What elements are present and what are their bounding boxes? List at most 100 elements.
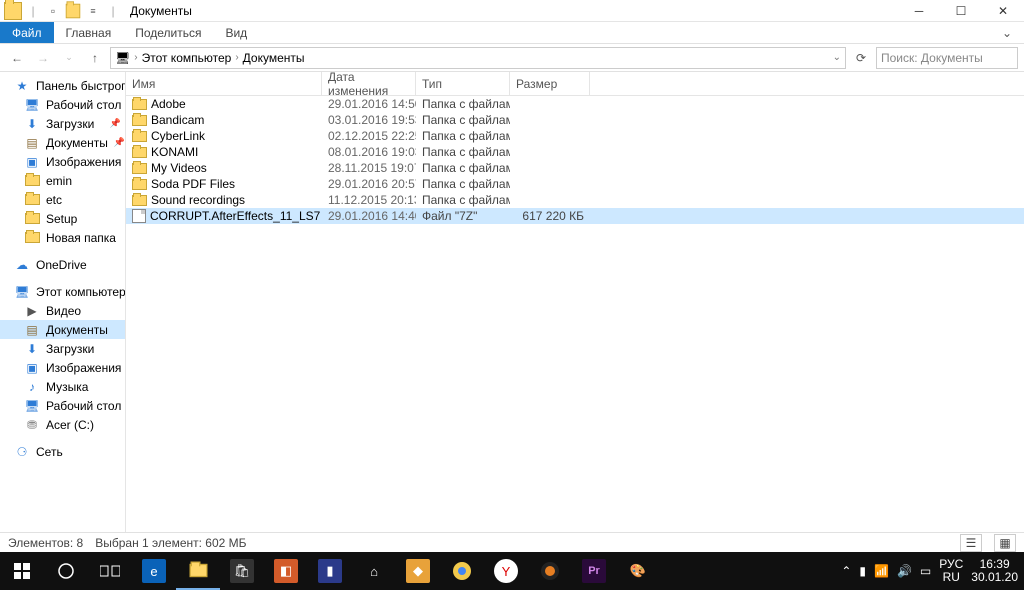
table-row[interactable]: Sound recordings11.12.2015 20:13Папка с … [126,192,1024,208]
tab-view[interactable]: Вид [213,22,259,43]
sidebar-item-downloads[interactable]: ⬇Загрузки📌 [0,114,125,133]
tab-share[interactable]: Поделиться [123,22,213,43]
refresh-button[interactable]: ⟳ [850,47,872,69]
taskbar-app-2[interactable]: ▮ [308,552,352,590]
table-row[interactable]: Soda PDF Files29.01.2016 20:57Папка с фа… [126,176,1024,192]
newfolder-icon[interactable] [64,2,82,20]
ribbon-expand-icon[interactable]: ⌄ [990,22,1024,43]
sidebar-item-video[interactable]: ▶Видео [0,301,125,320]
sidebar-item-pictures2[interactable]: ▣Изображения [0,358,125,377]
file-type: Файл "7Z" [416,209,510,223]
network-icon: ⚆ [14,445,30,459]
sidebar-item-music[interactable]: ♪Музыка [0,377,125,396]
tray-language[interactable]: РУСRU [939,558,963,584]
cortana-button[interactable] [44,552,88,590]
tray-wifi-icon[interactable]: 📶 [874,564,889,578]
pin-icon: 📌 [110,118,121,129]
sidebar-item-etc[interactable]: etc [0,190,125,209]
file-type: Папка с файлами [416,97,510,111]
file-type: Папка с файлами [416,193,510,207]
folder-icon [132,99,147,110]
taskbar-app-1[interactable]: ◧ [264,552,308,590]
table-row[interactable]: CyberLink02.12.2015 22:25Папка с файлами [126,128,1024,144]
forward-button[interactable]: → [32,47,54,69]
sidebar-item-downloads2[interactable]: ⬇Загрузки [0,339,125,358]
back-button[interactable]: ← [6,47,28,69]
table-row[interactable]: CORRUPT.AfterEffects_11_LS729.01.2016 14… [126,208,1024,224]
document-icon: ▤ [24,323,40,337]
tray-chevron-icon[interactable]: ⌃ [841,564,851,578]
sidebar-item-newfolder[interactable]: Новая папка [0,228,125,247]
taskbar-app-edge[interactable]: e [132,552,176,590]
taskbar-app-yandex[interactable]: Y [484,552,528,590]
up-button[interactable]: ↑ [84,47,106,69]
breadcrumb-docs[interactable]: Документы [243,51,305,65]
file-list[interactable]: Adobe29.01.2016 14:50Папка с файламиBand… [126,96,1024,532]
tray-battery-icon[interactable]: ▮ [859,564,866,578]
maximize-button[interactable]: ☐ [940,0,982,22]
taskbar-app-3[interactable]: ⌂ [352,552,396,590]
col-type[interactable]: Тип [416,72,510,95]
sidebar-item-network[interactable]: ⚆Сеть [0,442,125,461]
col-name[interactable]: Имя [126,72,322,95]
file-date: 02.12.2015 22:25 [322,129,416,143]
file-date: 29.01.2016 14:50 [322,97,416,111]
chevron-right-icon[interactable]: › [235,52,238,63]
sidebar-item-pictures[interactable]: ▣Изображения📌 [0,152,125,171]
table-row[interactable]: KONAMI08.01.2016 19:03Папка с файлами [126,144,1024,160]
qat-dropdown-icon[interactable]: ≡ [84,2,102,20]
tray-sound-icon[interactable]: 🔊 [897,564,912,578]
recent-dropdown-icon[interactable]: ⌄ [58,47,80,69]
address-bar[interactable]: 🖥 › Этот компьютер › Документы ⌄ [110,47,846,69]
taskview-button[interactable] [88,552,132,590]
search-input[interactable]: Поиск: Документы [876,47,1018,69]
tab-file[interactable]: Файл [0,22,54,43]
sidebar-item-documents[interactable]: ▤Документы📌 [0,133,125,152]
properties-icon[interactable]: ▫ [44,2,62,20]
table-row[interactable]: Bandicam03.01.2016 19:53Папка с файлами [126,112,1024,128]
taskbar-app-4[interactable]: ◆ [396,552,440,590]
sidebar-item-thispc[interactable]: 🖥Этот компьютер [0,282,125,301]
table-row[interactable]: My Videos28.11.2015 19:07Папка с файлами [126,160,1024,176]
table-row[interactable]: Adobe29.01.2016 14:50Папка с файлами [126,96,1024,112]
file-type: Папка с файлами [416,177,510,191]
file-type: Папка с файлами [416,161,510,175]
chevron-right-icon[interactable]: › [134,52,137,63]
taskbar-app-explorer[interactable] [176,552,220,590]
tray-action-icon[interactable]: ▭ [920,564,931,578]
sidebar-item-emin[interactable]: emin [0,171,125,190]
sidebar-item-documents2[interactable]: ▤Документы [0,320,125,339]
tab-home[interactable]: Главная [54,22,124,43]
sidebar-item-desktop[interactable]: 🖥Рабочий стол📌 [0,95,125,114]
sidebar-item-setup[interactable]: Setup [0,209,125,228]
system-tray[interactable]: ⌃ ▮ 📶 🔊 ▭ РУСRU 16:3930.01.20 [841,558,1024,584]
address-dropdown-icon[interactable]: ⌄ [833,52,841,63]
tray-clock[interactable]: 16:3930.01.20 [971,558,1018,584]
sidebar-item-desktop2[interactable]: 🖥Рабочий стол [0,396,125,415]
file-size: 617 220 КБ [510,209,590,223]
view-icons-button[interactable]: ▦ [994,534,1016,552]
folder-icon [132,195,147,206]
taskbar-app-chrome[interactable] [440,552,484,590]
taskbar-app-premiere[interactable]: Pr [572,552,616,590]
taskbar-app-store[interactable]: 🛍 [220,552,264,590]
sidebar-item-acer[interactable]: ⛃Acer (C:) [0,415,125,434]
breadcrumb-pc[interactable]: Этот компьютер [142,51,232,65]
statusbar: Элементов: 8 Выбран 1 элемент: 602 МБ ☰ … [0,532,1024,552]
start-button[interactable] [0,552,44,590]
view-details-button[interactable]: ☰ [960,534,982,552]
sidebar-item-quickaccess[interactable]: ★Панель быстрого до [0,76,125,95]
search-placeholder: Поиск: Документы [881,51,983,65]
file-name: Sound recordings [151,193,245,207]
col-size[interactable]: Размер [510,72,590,95]
taskbar-app-5[interactable] [528,552,572,590]
file-date: 08.01.2016 19:03 [322,145,416,159]
taskbar-app-paint[interactable]: 🎨 [616,552,660,590]
col-date[interactable]: Дата изменения [322,72,416,95]
sidebar-item-onedrive[interactable]: ☁OneDrive [0,255,125,274]
disk-icon: ⛃ [24,418,40,432]
titlebar: | ▫ ≡ | Документы ─ ☐ ✕ [0,0,1024,22]
minimize-button[interactable]: ─ [898,0,940,22]
close-button[interactable]: ✕ [982,0,1024,22]
quick-access-toolbar: | ▫ ≡ | [0,2,122,20]
